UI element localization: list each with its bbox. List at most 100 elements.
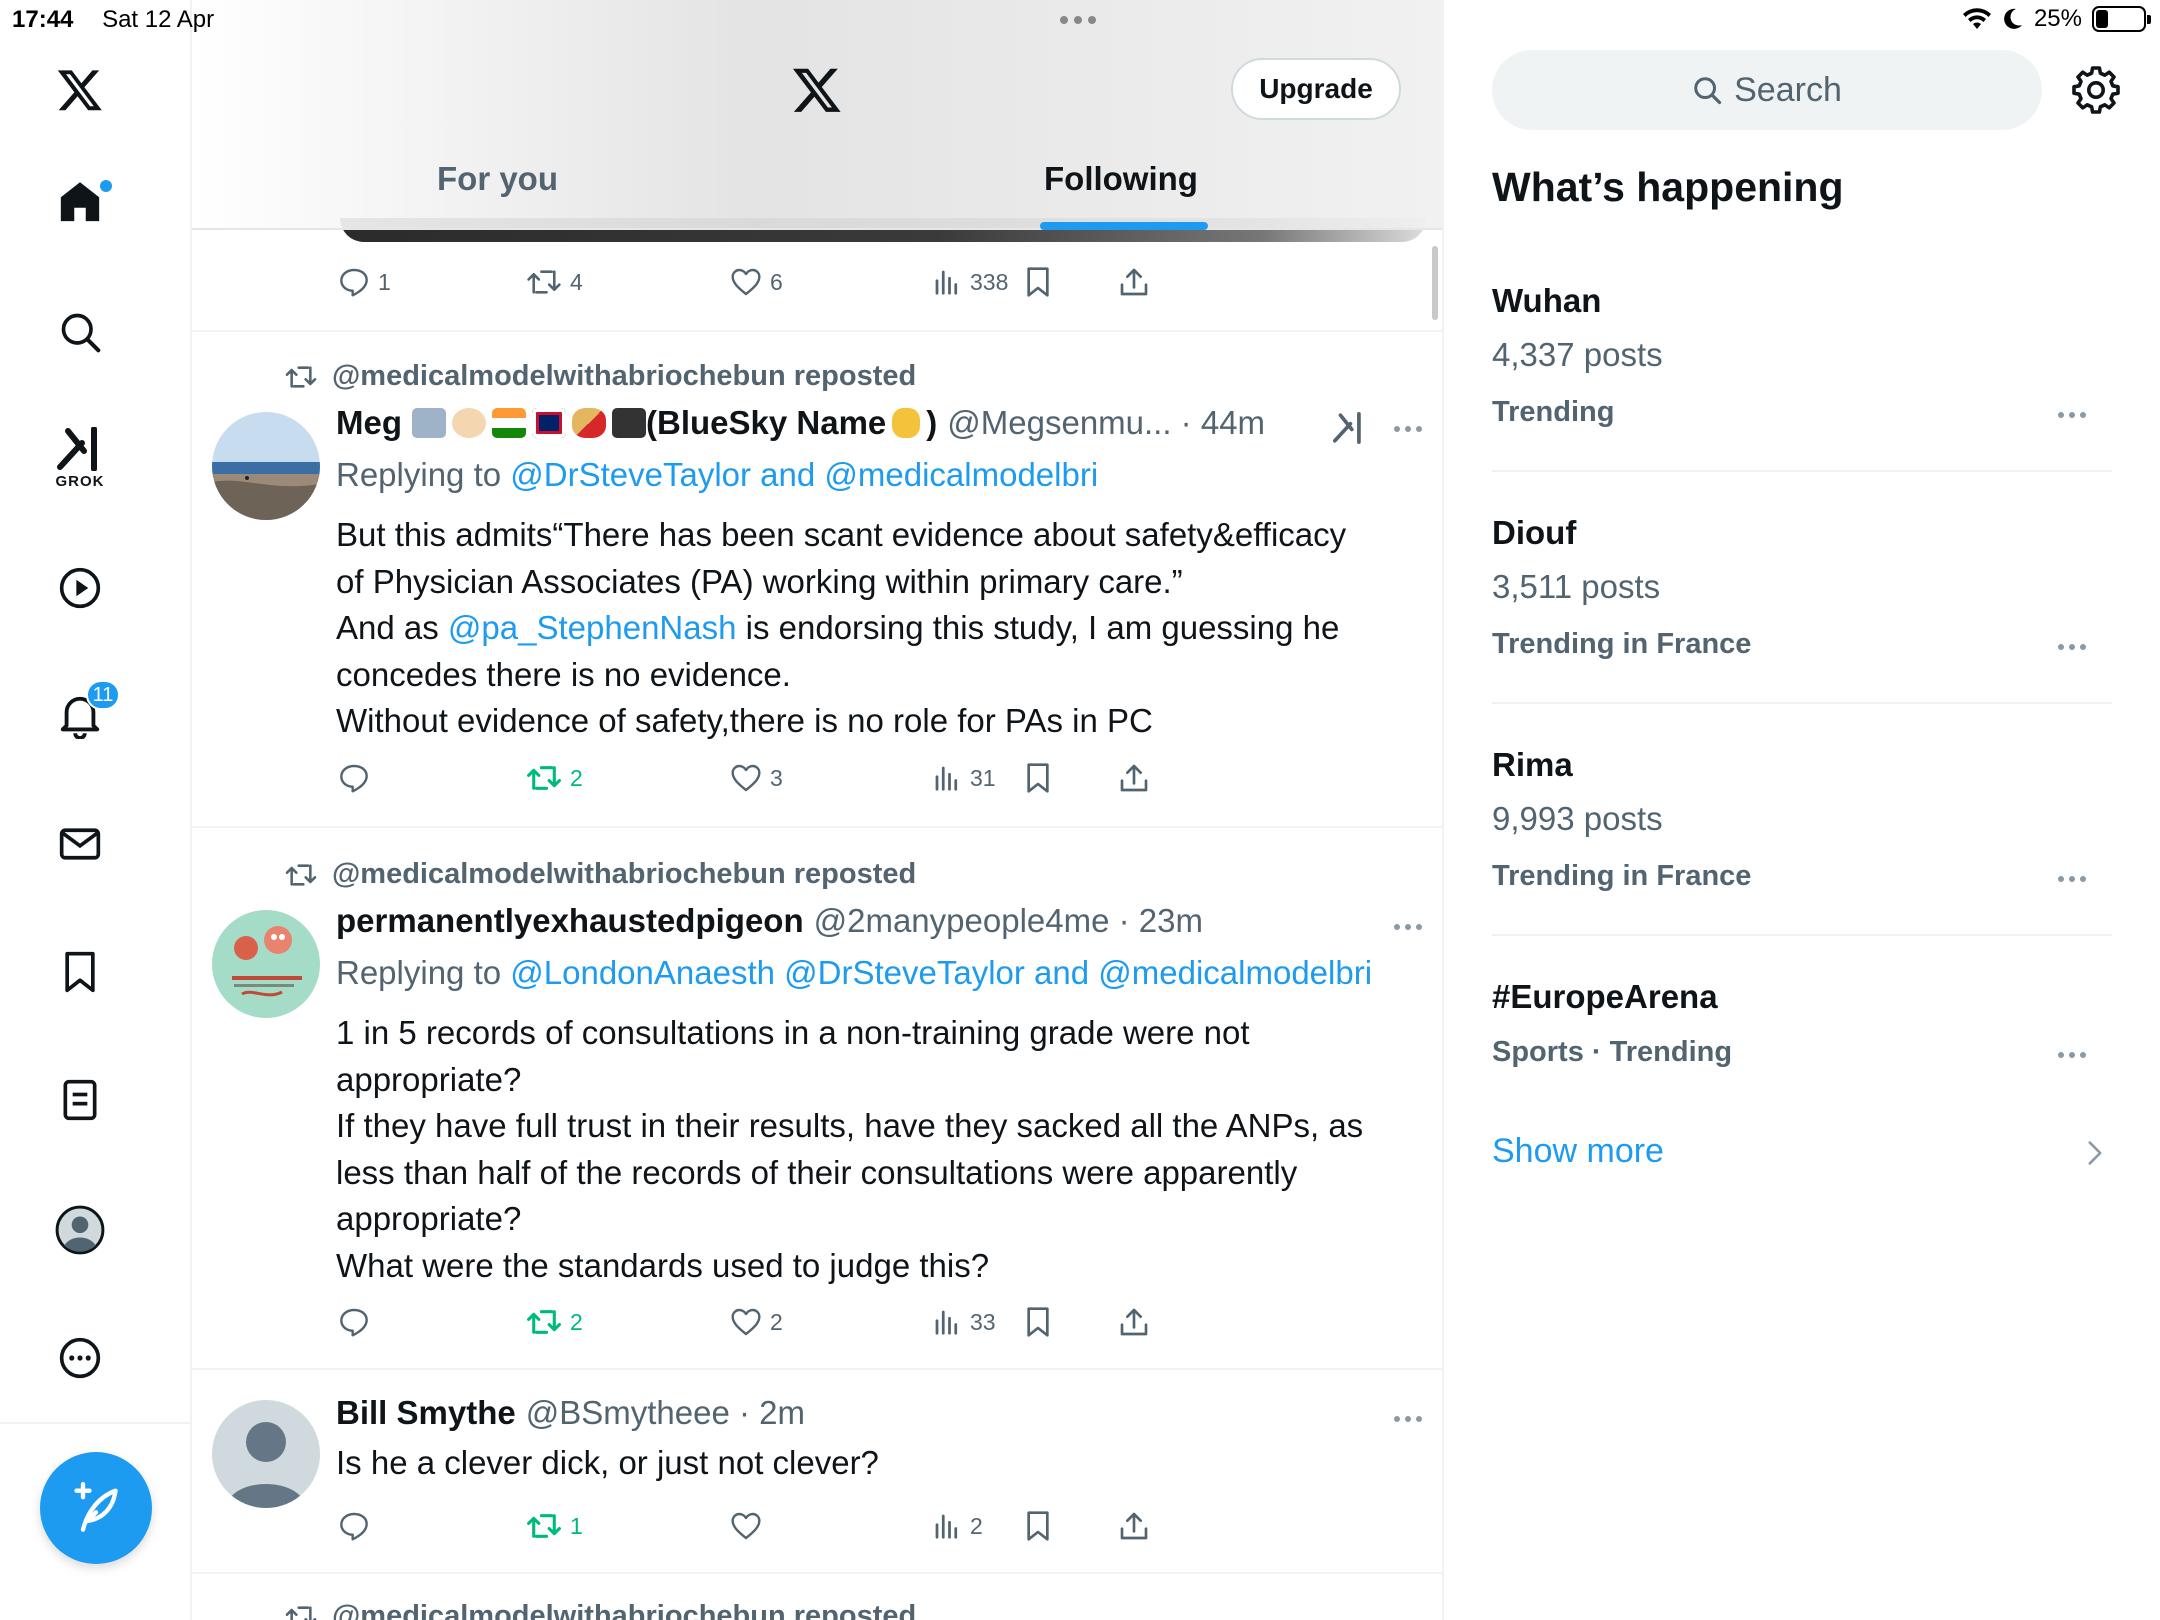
trend-item[interactable]: #EuropeArena Sports · Trending [1492, 978, 2112, 1088]
tab-following[interactable]: Following [1044, 160, 1198, 198]
replying-to-mentions[interactable]: @LondonAnaesth @DrSteveTaylor and @medic… [510, 954, 1372, 991]
settings-gear-icon[interactable] [2072, 66, 2120, 114]
x-logo-icon[interactable] [40, 50, 120, 130]
tweet[interactable]: @medicalmodelwithabriochebun reposted pe… [192, 828, 1442, 1368]
trend-count: 9,993 posts [1492, 800, 1663, 837]
search-icon [61, 313, 101, 353]
share-button[interactable] [1118, 1302, 1150, 1342]
display-name[interactable]: Bill Smythe [336, 1394, 516, 1432]
nav-grok[interactable]: GROK [40, 418, 120, 498]
nav-notifications[interactable]: 11 [40, 676, 120, 756]
show-more-link[interactable]: Show more [1492, 1132, 1664, 1171]
status-date: Sat 12 Apr [102, 6, 215, 33]
replying-to-mentions[interactable]: @DrSteveTaylor and @medicalmodelbri [510, 456, 1098, 493]
handle-and-time[interactable]: @BSmytheee · 2m [526, 1394, 805, 1432]
nav-profile[interactable] [40, 1190, 120, 1270]
display-name[interactable]: permanentlyexhaustedpigeon [336, 902, 804, 940]
share-icon [1120, 1308, 1148, 1336]
feed-scrollbar[interactable] [1432, 246, 1438, 320]
chevron-right-icon[interactable] [2086, 1140, 2104, 1166]
avatar[interactable] [212, 412, 320, 520]
trend-item[interactable]: Diouf 3,511 posts Trending in France [1492, 514, 2112, 674]
nav-video[interactable] [40, 548, 120, 628]
trend-more-icon[interactable] [2058, 1052, 2086, 1058]
tweet-actions: 2 3 31 [338, 758, 1338, 798]
nav-messages[interactable] [40, 804, 120, 884]
more-options-icon[interactable] [1394, 924, 1422, 930]
reply-button[interactable]: 1 [338, 262, 391, 302]
grok-label: GROK [55, 472, 105, 490]
share-icon [1120, 764, 1148, 792]
repost-context[interactable]: @medicalmodelwithabriochebun reposted [284, 1600, 916, 1620]
nav-bookmarks[interactable] [40, 932, 120, 1012]
views-button[interactable]: 31 [932, 758, 996, 798]
repost-count: 1 [570, 1512, 583, 1539]
nav-home[interactable] [40, 162, 120, 242]
trend-more-icon[interactable] [2058, 876, 2086, 882]
repost-context[interactable]: @medicalmodelwithabriochebun reposted [284, 858, 916, 891]
nav-more[interactable] [40, 1318, 120, 1398]
tweet[interactable]: @medicalmodelwithabriochebun reposted Me… [192, 332, 1442, 828]
replying-to: Replying to @LondonAnaesth @DrSteveTaylo… [336, 954, 1373, 991]
nav-search[interactable] [40, 292, 120, 372]
share-button[interactable] [1118, 758, 1150, 798]
bookmark-button[interactable] [1024, 262, 1052, 302]
repost-button[interactable]: 2 [526, 758, 583, 798]
handle-and-time[interactable]: @2manypeople4me · 23m [814, 902, 1203, 940]
more-options-icon[interactable] [1394, 1416, 1422, 1422]
repost-button[interactable]: 4 [526, 262, 583, 302]
repost-button[interactable]: 1 [526, 1506, 583, 1546]
left-navigation: GROK 11 [0, 0, 192, 1620]
avatar[interactable] [212, 910, 320, 1018]
multitasking-dots-icon[interactable] [1060, 16, 1096, 24]
repost-count: 4 [570, 268, 583, 295]
repost-button[interactable]: 2 [526, 1302, 583, 1342]
repost-count: 2 [570, 1308, 583, 1335]
views-button[interactable]: 338 [932, 262, 1008, 302]
home-unread-dot [100, 180, 112, 192]
search-input[interactable]: Search [1492, 50, 2042, 130]
share-button[interactable] [1118, 262, 1150, 302]
repost-count: 2 [570, 764, 583, 791]
reply-button[interactable] [338, 758, 378, 798]
display-name[interactable]: Meg [336, 404, 402, 442]
like-button[interactable] [730, 1506, 770, 1546]
bookmark-icon [1027, 763, 1049, 793]
trend-item[interactable]: Wuhan 4,337 posts Trending [1492, 282, 2112, 442]
compose-post-button[interactable] [40, 1452, 152, 1564]
views-button[interactable]: 33 [932, 1302, 996, 1342]
mention-link[interactable]: @pa_StephenNash [448, 609, 737, 646]
trend-name: Wuhan [1492, 282, 1602, 319]
upgrade-button[interactable]: Upgrade [1231, 58, 1401, 120]
like-button[interactable]: 3 [730, 758, 783, 798]
trend-count: 3,511 posts [1492, 568, 1661, 605]
like-button[interactable]: 6 [730, 262, 783, 302]
trend-context: Trending in France [1492, 628, 1752, 660]
trend-more-icon[interactable] [2058, 644, 2086, 650]
trend-more-icon[interactable] [2058, 412, 2086, 418]
avatar[interactable] [212, 1400, 320, 1508]
status-time: 17:44 [12, 6, 74, 33]
tweet-actions: 1 4 6 338 [338, 262, 1338, 302]
tweet[interactable]: Bill Smythe @BSmytheee · 2m Is he a clev… [192, 1370, 1442, 1572]
header-x-logo-icon[interactable] [790, 64, 844, 116]
view-count: 2 [970, 1512, 983, 1539]
reply-button[interactable] [338, 1506, 378, 1546]
grok-explain-icon[interactable] [1332, 410, 1366, 446]
like-button[interactable]: 2 [730, 1302, 783, 1342]
trend-count: 4,337 posts [1492, 336, 1663, 373]
bookmark-button[interactable] [1024, 758, 1052, 798]
repost-icon [527, 1310, 561, 1334]
repost-context[interactable]: @medicalmodelwithabriochebun reposted [284, 360, 916, 393]
bookmark-button[interactable] [1024, 1506, 1052, 1546]
trend-item[interactable]: Rima 9,993 posts Trending in France [1492, 746, 2112, 906]
handle-and-time[interactable]: @Megsenmu... · 44m [947, 404, 1265, 442]
views-button[interactable]: 2 [932, 1506, 983, 1546]
emoji-uk-flag-icon [532, 408, 566, 438]
more-options-icon[interactable] [1394, 426, 1422, 432]
share-button[interactable] [1118, 1506, 1150, 1546]
tab-for-you[interactable]: For you [437, 160, 558, 198]
nav-lists[interactable] [40, 1060, 120, 1140]
reply-button[interactable] [338, 1302, 378, 1342]
bookmark-button[interactable] [1024, 1302, 1052, 1342]
